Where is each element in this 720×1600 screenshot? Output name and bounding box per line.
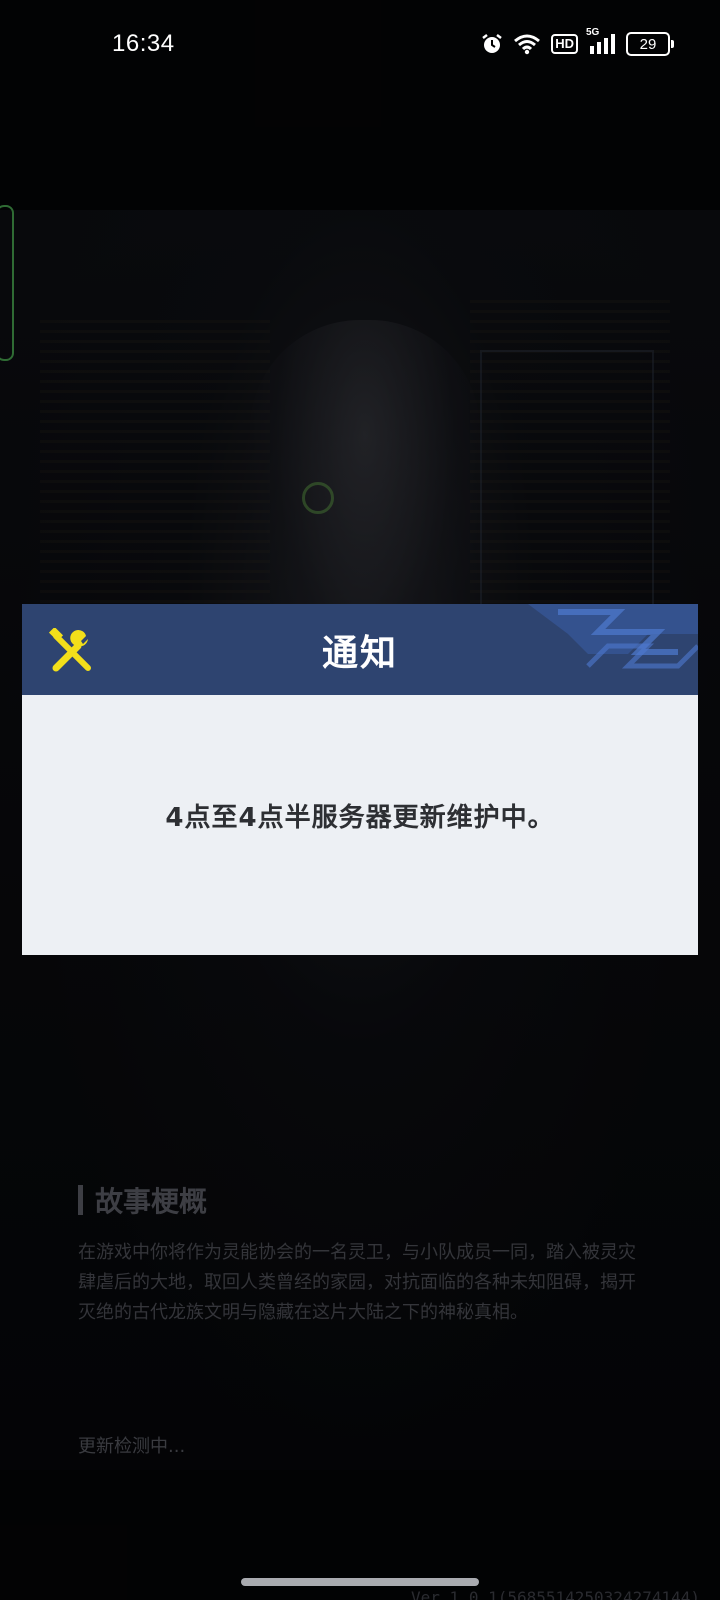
story-heading-text: 故事梗概 — [95, 1185, 208, 1218]
network-type-label: 5G — [586, 27, 600, 38]
story-heading: 故事梗概 — [78, 1180, 638, 1220]
floating-edge-handle[interactable] — [0, 205, 14, 361]
dialog-body: 4点至4点半服务器更新维护中。 — [22, 695, 698, 955]
dialog-message: 4点至4点半服务器更新维护中。 — [165, 803, 555, 833]
dialog-header: 通知 — [22, 604, 698, 695]
game-launch-screen: 16:34 HD 5G 29 通知 4点至4点半服务器更新维护中。 故事梗概 在… — [0, 0, 720, 1600]
notice-dialog: 通知 4点至4点半服务器更新维护中。 — [22, 604, 698, 955]
battery-level: 29 — [639, 35, 657, 53]
dialog-title: 通知 — [321, 633, 398, 674]
signal-icon: 5G — [586, 27, 616, 55]
version-label: Ver.1.0.1(5685514250324274144) — [411, 1588, 700, 1600]
status-time: 16:34 — [112, 30, 175, 57]
update-status: 更新检测中... — [78, 1436, 186, 1457]
alarm-icon — [481, 33, 503, 55]
story-section: 故事梗概 在游戏中你将作为灵能协会的一名灵卫，与小队成员一同，踏入被灵灾肆虐后的… — [78, 1180, 638, 1328]
story-text: 在游戏中你将作为灵能协会的一名灵卫，与小队成员一同，踏入被灵灾肆虐后的大地，取回… — [78, 1242, 636, 1323]
status-icons: HD 5G 29 — [481, 27, 674, 56]
hd-icon: HD — [551, 34, 578, 54]
heading-bar — [78, 1185, 83, 1215]
home-indicator[interactable] — [241, 1578, 479, 1586]
battery-icon: 29 — [626, 32, 674, 56]
wifi-icon — [513, 33, 541, 55]
status-bar: 16:34 HD 5G 29 — [0, 0, 720, 90]
